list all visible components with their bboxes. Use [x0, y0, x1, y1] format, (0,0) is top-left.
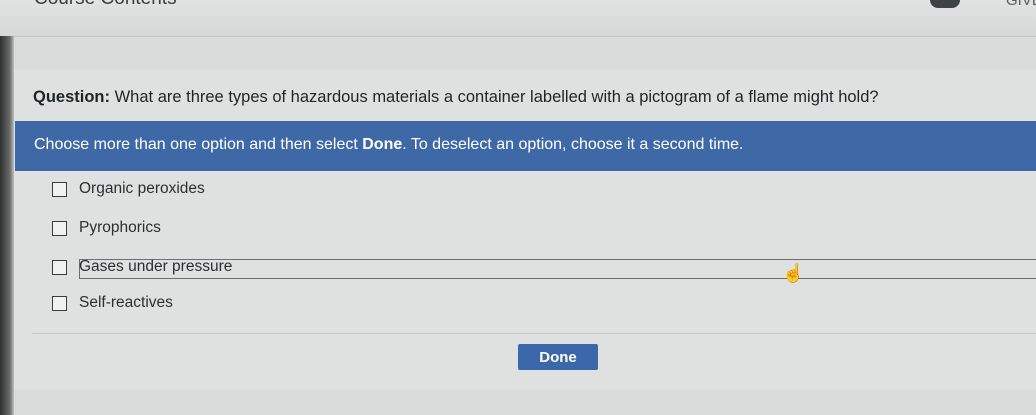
- question-panel: [14, 70, 1036, 390]
- instructions-text: Choose more than one option and then sel…: [34, 136, 743, 154]
- instructions-part-1: Choose more than one option and then sel…: [34, 136, 363, 153]
- instructions-part-2: . To deselect an option, choose it a sec…: [402, 136, 744, 153]
- screen-edge-shadow: [0, 36, 14, 415]
- option-gases-under-pressure[interactable]: Gases under pressure: [52, 255, 232, 279]
- top-bar: Course Contents GIVE: [0, 0, 1036, 37]
- checkbox[interactable]: [52, 259, 67, 275]
- option-pyrophorics[interactable]: Pyrophorics: [52, 216, 161, 240]
- checkbox[interactable]: [52, 181, 67, 197]
- checkbox[interactable]: [52, 295, 67, 311]
- option-organic-peroxides[interactable]: Organic peroxides: [52, 177, 205, 201]
- course-contents-title[interactable]: Course Contents: [34, 0, 177, 10]
- option-label: Pyrophorics: [79, 219, 161, 236]
- option-self-reactives[interactable]: Self-reactives: [52, 291, 173, 315]
- hand-pointer-icon: ☝: [782, 263, 805, 283]
- question-body: What are three types of hazardous materi…: [114, 88, 879, 106]
- checkbox[interactable]: [52, 220, 67, 236]
- option-label: Self-reactives: [79, 294, 173, 311]
- option-label: Gases under pressure: [79, 258, 233, 275]
- option-label: Organic peroxides: [79, 180, 205, 197]
- divider: [32, 333, 1036, 334]
- instructions-done-keyword: Done: [362, 136, 403, 153]
- question-prefix: Question:: [33, 88, 110, 106]
- give-label[interactable]: GIVE: [1006, 0, 1036, 9]
- question-text: Question: What are three types of hazard…: [33, 88, 879, 107]
- menu-icon[interactable]: [930, 0, 960, 8]
- done-button[interactable]: Done: [518, 344, 598, 370]
